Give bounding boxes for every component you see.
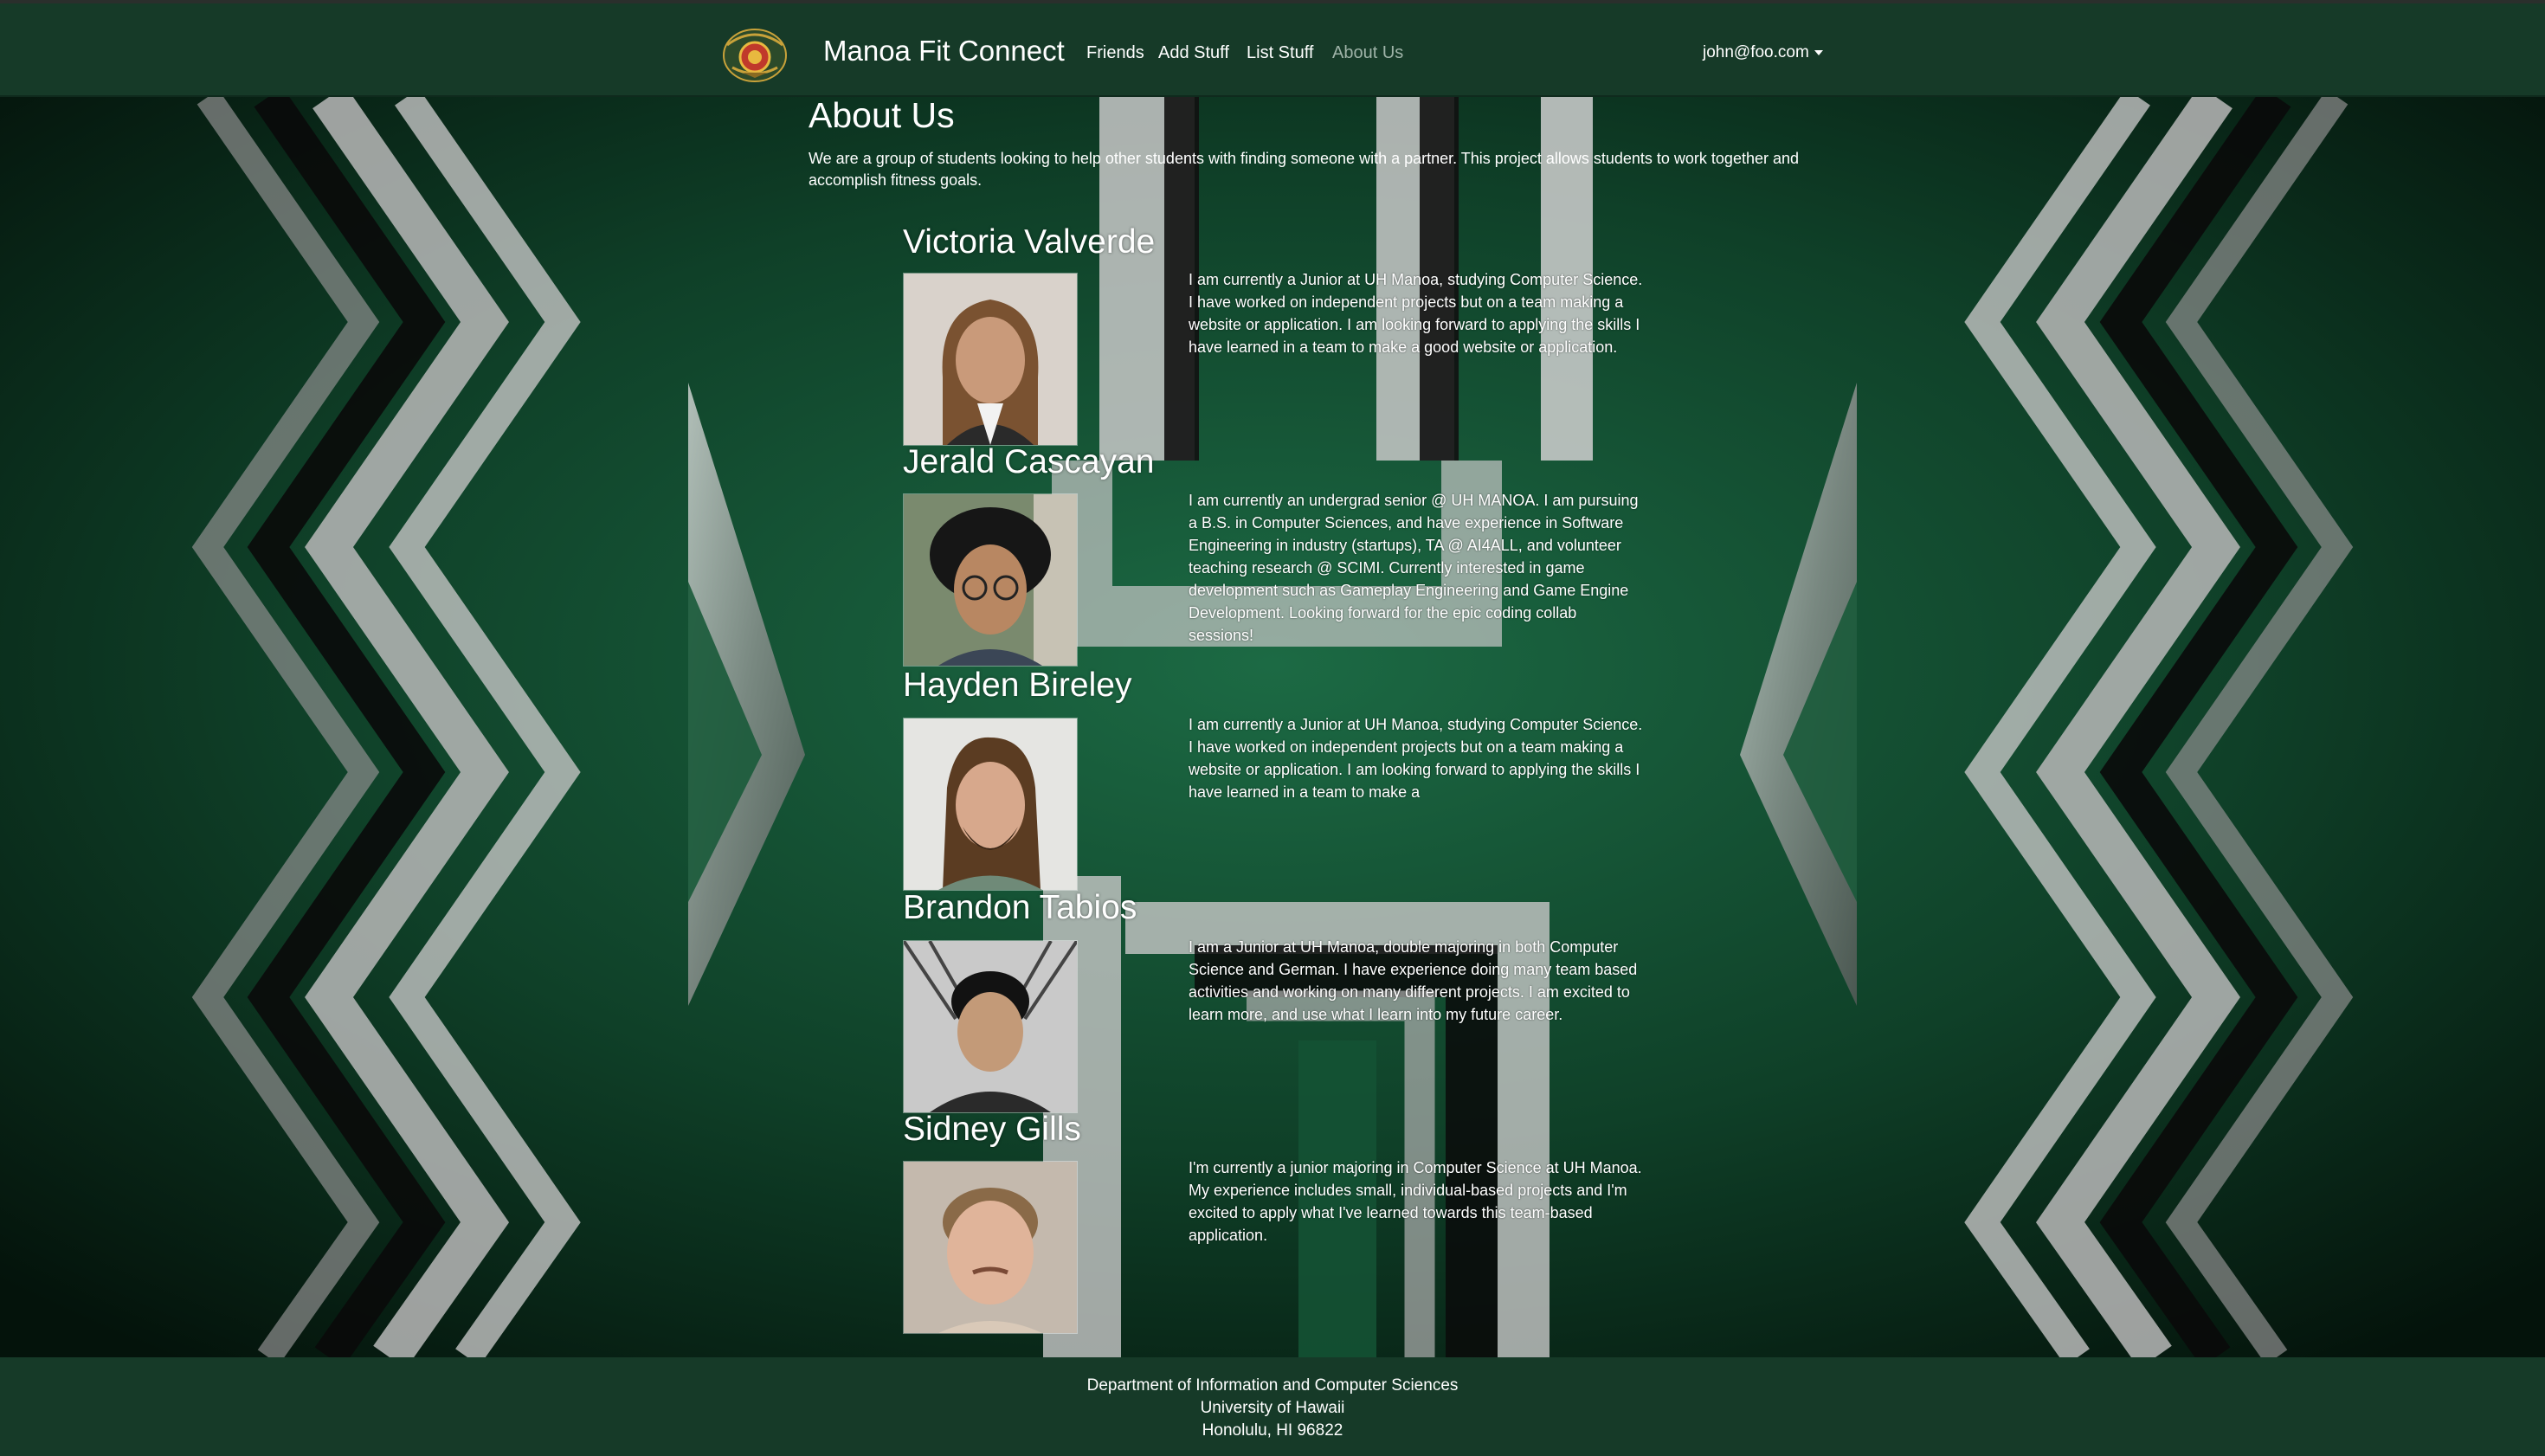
member-bio: I am a Junior at UH Manoa, double majori… — [1189, 938, 1638, 1023]
member-name: Victoria Valverde — [903, 223, 1156, 261]
page-title: About Us — [809, 95, 955, 135]
member-bio: I am currently a Junior at UH Manoa, stu… — [1189, 271, 1643, 356]
member-name: Sidney Gills — [903, 1111, 1081, 1148]
member-photo — [903, 493, 1078, 667]
chevron-down-icon — [1814, 50, 1823, 55]
member-name: Hayden Bireley — [903, 667, 1132, 704]
member-bio: I am currently an undergrad senior @ UH … — [1189, 492, 1639, 644]
manoa-fit-connect-logo-icon[interactable] — [720, 23, 789, 85]
member-name: Jerald Cascayan — [903, 443, 1155, 480]
intro-text: We are a group of students looking to he… — [809, 150, 1800, 189]
footer-university: University of Hawaii — [1200, 1399, 1345, 1417]
nav-link-friends[interactable]: Friends — [1086, 43, 1144, 63]
member-photo — [903, 940, 1078, 1113]
footer-address: Department of Information and Computer S… — [0, 1375, 2545, 1442]
member-bio: I am currently a Junior at UH Manoa, stu… — [1189, 716, 1643, 801]
member-bio: I'm currently a junior majoring in Compu… — [1189, 1159, 1642, 1244]
nav-link-add-stuff[interactable]: Add Stuff — [1158, 43, 1229, 63]
user-dropdown[interactable]: john@foo.com — [1703, 43, 1823, 62]
footer-department: Department of Information and Computer S… — [1086, 1376, 1459, 1395]
footer: Department of Information and Computer S… — [0, 1357, 2545, 1456]
brand-title[interactable]: Manoa Fit Connect — [823, 35, 1065, 68]
member-photo — [903, 1161, 1078, 1334]
user-email: john@foo.com — [1703, 43, 1809, 61]
navbar: Manoa Fit Connect Friends Add Stuff List… — [0, 3, 2545, 97]
nav-link-about-us[interactable]: About Us — [1332, 43, 1403, 63]
member-photo — [903, 718, 1078, 891]
member-photo — [903, 273, 1078, 446]
nav-link-list-stuff[interactable]: List Stuff — [1247, 43, 1313, 63]
footer-city: Honolulu, HI 96822 — [1202, 1421, 1343, 1440]
member-name: Brandon Tabios — [903, 889, 1137, 926]
